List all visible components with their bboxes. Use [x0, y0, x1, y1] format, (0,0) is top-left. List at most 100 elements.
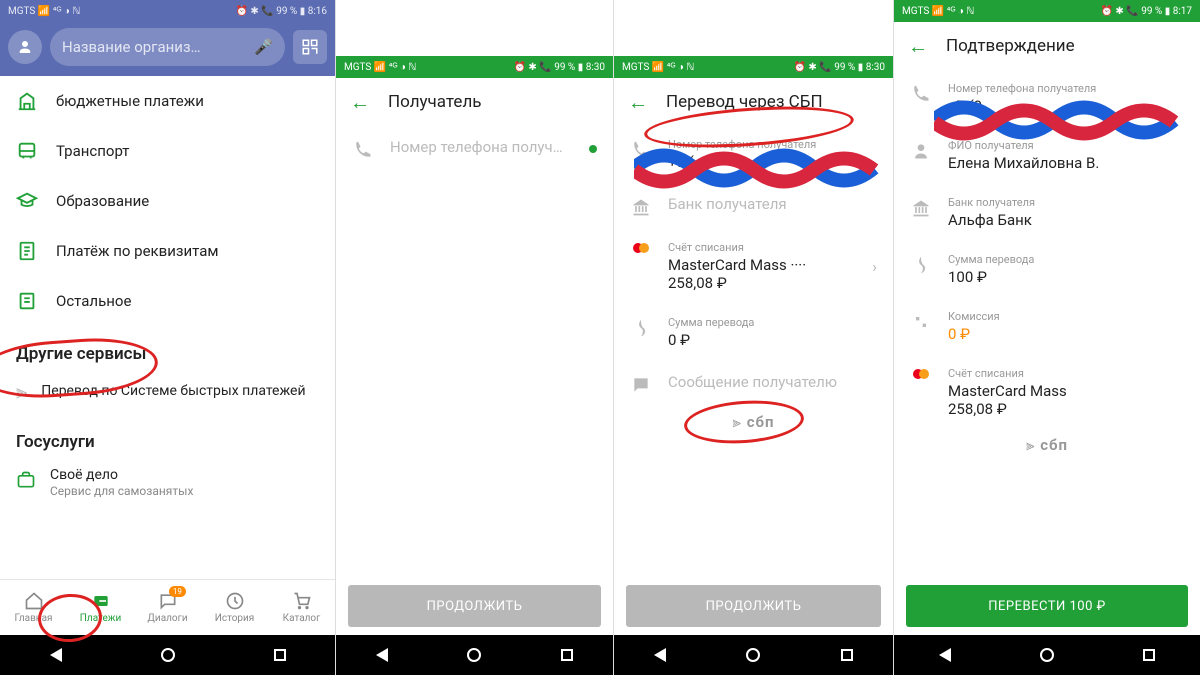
document-icon [16, 240, 38, 262]
android-navbar [614, 635, 893, 675]
bank-icon [910, 196, 932, 218]
transfer-button[interactable]: ПЕРЕВЕСТИ 100 ₽ [906, 585, 1188, 627]
appbar-title: Подтверждение [946, 36, 1075, 56]
appbar: ← Подтверждение [894, 22, 1200, 70]
nav-recent[interactable] [561, 649, 573, 661]
field-label: Номер телефона получателя [948, 82, 1184, 95]
continue-button[interactable]: ПРОДОЛЖИТЬ [348, 585, 601, 627]
field-label: Банк получателя [948, 196, 1184, 209]
continue-button[interactable]: ПРОДОЛЖИТЬ [626, 585, 881, 627]
category-requisites[interactable]: Платёж по реквизитам [0, 226, 335, 276]
appbar: ← Получатель [336, 78, 613, 126]
category-education[interactable]: Образование [0, 176, 335, 226]
svoe-delo-row[interactable]: Своё дело Сервис для самозанятых [0, 456, 335, 510]
money-icon [630, 316, 652, 338]
nav-home[interactable] [1040, 648, 1054, 662]
list-icon [16, 290, 38, 312]
phone-row[interactable]: Номер телефона получателя +7 ( [614, 126, 893, 183]
category-label: Транспорт [56, 142, 130, 160]
field-label: ФИО получателя [948, 139, 1184, 152]
appbar: ← Перевод через СБП [614, 78, 893, 126]
bank-row: Банк получателя Альфа Банк [894, 184, 1200, 241]
category-transport[interactable]: Транспорт [0, 126, 335, 176]
sum-row: Сумма перевода 100 ₽ [894, 241, 1200, 298]
sbp-transfer-row[interactable]: ⫸ Перевод по Системе быстрых платежей [0, 368, 335, 414]
phone-input-row[interactable]: Номер телефона получ… [336, 126, 613, 172]
screen-categories: MGTS 📶 ⁴ᴳ ◑ ℕ ⏰ ✱ 📞 99 % ▮ 8:16 Название… [0, 0, 336, 675]
nav-back[interactable] [939, 648, 951, 662]
field-value: MasterCard Mass [948, 382, 1184, 400]
nav-home[interactable] [467, 648, 481, 662]
briefcase-icon [16, 470, 36, 496]
field-value: Елена Михайловна В. [948, 154, 1184, 172]
sbp-logo: ⫸ сбп [614, 407, 893, 437]
back-button[interactable]: ← [350, 90, 370, 115]
section-other-services: Другие сервисы [0, 326, 335, 368]
field-balance: 258,08 ₽ [948, 400, 1184, 418]
qr-scan-button[interactable] [293, 30, 327, 64]
bank-row[interactable]: Банк получателя [614, 183, 893, 229]
mic-icon[interactable]: 🎤 [254, 38, 273, 56]
svoe-subtitle: Сервис для самозанятых [50, 484, 193, 500]
fee-row: Комиссия 0 ₽ [894, 298, 1200, 355]
category-other[interactable]: Остальное [0, 276, 335, 326]
back-button[interactable]: ← [908, 34, 928, 59]
tab-dialogs[interactable]: 19Диалоги [134, 580, 201, 635]
field-label: Счёт списания [668, 241, 856, 254]
field-value: 0 ₽ [668, 331, 877, 349]
field-value: Альфа Банк [948, 211, 1184, 229]
graduation-icon [16, 190, 38, 212]
nav-back[interactable] [50, 648, 62, 662]
field-label: Сообщение получателю [668, 373, 877, 391]
android-navbar [336, 635, 613, 675]
category-budget[interactable]: бюджетные платежи [0, 76, 335, 126]
search-placeholder: Название организ… [62, 38, 201, 56]
category-label: бюджетные платежи [56, 92, 204, 110]
mastercard-icon [630, 241, 652, 253]
tab-payments[interactable]: Платежи [67, 580, 134, 635]
field-value: +7 (9 [948, 97, 1184, 115]
category-list: бюджетные платежи Транспорт Образование … [0, 76, 335, 579]
bank-icon [630, 195, 652, 217]
contacts-indicator[interactable] [589, 145, 597, 153]
field-value: MasterCard Mass ···· [668, 256, 856, 274]
section-gosuslugi: Госуслуги [0, 414, 335, 456]
back-button[interactable]: ← [628, 90, 648, 115]
nav-home[interactable] [161, 648, 175, 662]
field-label: Номер телефона получателя [668, 138, 877, 151]
chevron-icon: › [872, 257, 877, 276]
category-label: Платёж по реквизитам [56, 242, 219, 260]
person-icon [910, 139, 932, 161]
message-row[interactable]: Сообщение получателю [614, 361, 893, 407]
nav-home[interactable] [746, 648, 760, 662]
screen-sbp-transfer: MGTS 📶 ⁴ᴳ ◑ ℕ ⏰ ✱ 📞 99 % ▮ 8:30 ← Перево… [614, 0, 894, 675]
screen-confirmation: MGTS 📶 ⁴ᴳ ◑ ℕ ⏰ ✱ 📞 99 % ▮ 8:17 ← Подтве… [894, 0, 1200, 675]
android-navbar [894, 635, 1200, 675]
tab-catalog[interactable]: Каталог [268, 580, 335, 635]
building-icon [16, 90, 38, 112]
field-label: Сумма перевода [948, 253, 1184, 266]
search-input[interactable]: Название организ… 🎤 [50, 28, 285, 66]
tab-history[interactable]: История [201, 580, 268, 635]
sbp-logo: ⫸ сбп [894, 430, 1200, 460]
nav-recent[interactable] [274, 649, 286, 661]
svoe-title: Своё дело [50, 466, 193, 484]
account-row[interactable]: Счёт списания MasterCard Mass ···· 258,0… [614, 229, 893, 304]
bottom-tabs: Главная Платежи 19Диалоги История Катало… [0, 579, 335, 635]
status-bar: MGTS 📶 ⁴ᴳ ◑ ℕ ⏰ ✱ 📞 99 % ▮ 8:30 [336, 56, 613, 78]
nav-recent[interactable] [841, 649, 853, 661]
phone-icon [630, 138, 652, 160]
field-label: Счёт списания [948, 367, 1184, 380]
nav-back[interactable] [376, 648, 388, 662]
profile-avatar[interactable] [8, 30, 42, 64]
message-icon [630, 373, 652, 395]
status-bar: MGTS 📶 ⁴ᴳ ◑ ℕ ⏰ ✱ 📞 99 % ▮ 8:16 [0, 0, 335, 22]
dialogs-badge: 19 [169, 586, 186, 597]
sum-row[interactable]: Сумма перевода 0 ₽ [614, 304, 893, 361]
screen-recipient: MGTS 📶 ⁴ᴳ ◑ ℕ ⏰ ✱ 📞 99 % ▮ 8:30 ← Получа… [336, 0, 614, 675]
nav-recent[interactable] [1143, 649, 1155, 661]
android-navbar [0, 635, 335, 675]
nav-back[interactable] [654, 648, 666, 662]
field-value: 100 ₽ [948, 268, 1184, 286]
tab-home[interactable]: Главная [0, 580, 67, 635]
